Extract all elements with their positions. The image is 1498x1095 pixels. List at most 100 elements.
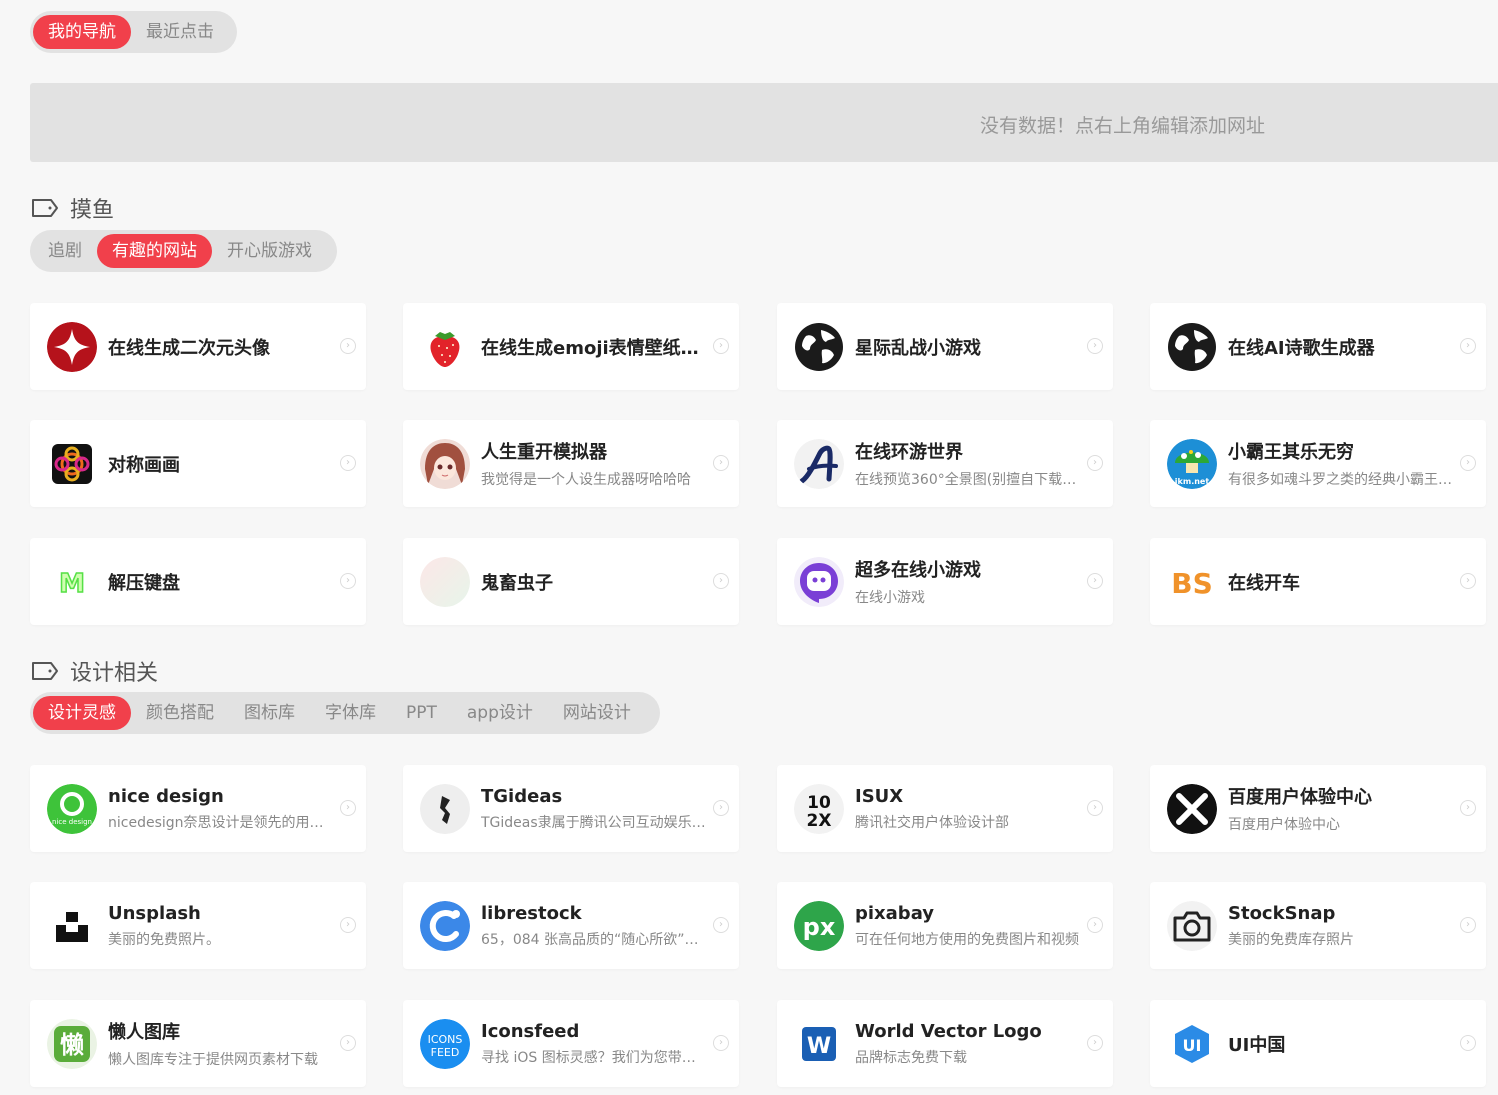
card-desc: 懒人图库专注于提供网页素材下载: [108, 1052, 318, 1068]
card-title: 小霸王其乐无穷: [1228, 442, 1354, 463]
site-card[interactable]: 在线环游世界 在线预览360°全景图(别擅自下载图片) ›: [777, 420, 1113, 507]
arrow-right-icon[interactable]: ›: [1460, 455, 1476, 471]
tab-design-inspiration[interactable]: 设计灵感: [33, 696, 131, 730]
card-desc: 腾讯社交用户体验设计部: [855, 814, 1009, 831]
card-title: 人生重开模拟器: [481, 442, 607, 463]
card-title: 在线生成二次元头像: [108, 337, 270, 359]
section-title-design: 设计相关: [30, 655, 158, 687]
tab-font-library[interactable]: 字体库: [310, 696, 391, 730]
arrow-right-icon[interactable]: ›: [1087, 338, 1103, 354]
tab-zhuiju[interactable]: 追剧: [33, 234, 97, 268]
card-title: pixabay: [855, 902, 935, 924]
tab-icon-library[interactable]: 图标库: [229, 696, 310, 730]
arrow-right-icon[interactable]: ›: [1460, 573, 1476, 589]
site-card[interactable]: 鬼畜虫子 ›: [403, 538, 739, 625]
ui-logo-text: UI: [1183, 1036, 1202, 1055]
site-card[interactable]: 懒 懒人图库 懒人图库专注于提供网页素材下载 ›: [30, 1000, 366, 1087]
arrow-right-icon[interactable]: ›: [340, 455, 356, 471]
arrow-right-icon[interactable]: ›: [340, 1035, 356, 1051]
arrow-right-icon[interactable]: ›: [713, 573, 729, 589]
site-card[interactable]: nice design nice design nicedesign奈思设计是领…: [30, 765, 366, 852]
site-card[interactable]: TGideas TGideas隶属于腾讯公司互动娱乐事业群 ›: [403, 765, 739, 852]
site-card[interactable]: 超多在线小游戏 在线小游戏 ›: [777, 538, 1113, 625]
tab-app-design[interactable]: app设计: [452, 696, 548, 730]
arrow-right-icon[interactable]: ›: [713, 1035, 729, 1051]
arrow-right-icon[interactable]: ›: [1460, 338, 1476, 354]
pixabay-logo-icon: px: [794, 901, 844, 951]
site-card[interactable]: 星际乱战小游戏 ›: [777, 303, 1113, 390]
site-card[interactable]: Unsplash 美丽的免费照片。 ›: [30, 882, 366, 969]
card-desc: TGideas隶属于腾讯公司互动娱乐事业群: [481, 814, 709, 831]
section-tabs-design: 设计灵感 颜色搭配 图标库 字体库 PPT app设计 网站设计: [30, 692, 660, 734]
iconsfeed-logo-text-top: ICONS: [428, 1033, 463, 1046]
site-card[interactable]: librestock 65，084 张高品质的“随心所欲”照片 ›: [403, 882, 739, 969]
card-desc: 在线预览360°全景图(别擅自下载图片): [855, 472, 1083, 488]
arrow-right-icon[interactable]: ›: [713, 917, 729, 933]
arrow-right-icon[interactable]: ›: [1460, 800, 1476, 816]
site-card[interactable]: 百度用户体验中心 百度用户体验中心 ›: [1150, 765, 1486, 852]
card-title: 百度用户体验中心: [1228, 787, 1372, 808]
site-card[interactable]: 在线AI诗歌生成器 ›: [1150, 303, 1486, 390]
card-title: 在线生成emoji表情壁纸以及头像: [481, 337, 709, 359]
arrow-right-icon[interactable]: ›: [340, 800, 356, 816]
site-card[interactable]: ICONSFEED Iconsfeed 寻找 iOS 图标灵感？我们为您带来最好…: [403, 1000, 739, 1087]
w-logo-text: W: [807, 1034, 831, 1059]
ikm-logo-text: ikm.net: [1175, 477, 1210, 486]
card-title: 鬼畜虫子: [481, 572, 553, 594]
tab-fun-sites[interactable]: 有趣的网站: [97, 234, 212, 268]
arrow-right-icon[interactable]: ›: [1087, 455, 1103, 471]
card-title: StockSnap: [1228, 902, 1336, 924]
globe-icon: [1167, 322, 1217, 372]
arrow-right-icon[interactable]: ›: [340, 573, 356, 589]
neon-m-logo-icon: M: [47, 557, 97, 607]
arrow-right-icon[interactable]: ›: [340, 338, 356, 354]
site-card[interactable]: 10 2X ISUX 腾讯社交用户体验设计部 ›: [777, 765, 1113, 852]
arrow-right-icon[interactable]: ›: [713, 455, 729, 471]
card-desc: 美丽的免费照片。: [108, 931, 220, 948]
card-desc: nicedesign奈思设计是领先的用户体验设计平台: [108, 814, 336, 831]
arrow-right-icon[interactable]: ›: [713, 800, 729, 816]
card-desc: 我觉得是一个人设生成器呀哈哈哈: [481, 472, 691, 488]
site-card[interactable]: 在线生成二次元头像 ›: [30, 303, 366, 390]
site-card[interactable]: 在线生成emoji表情壁纸以及头像 ›: [403, 303, 739, 390]
arrow-right-icon[interactable]: ›: [1087, 917, 1103, 933]
tab-my-nav[interactable]: 我的导航: [33, 15, 131, 49]
arrow-right-icon[interactable]: ›: [713, 338, 729, 354]
tab-ppt[interactable]: PPT: [391, 696, 452, 730]
arrow-right-icon[interactable]: ›: [1460, 1035, 1476, 1051]
card-title: nice design: [108, 785, 224, 807]
arrow-right-icon[interactable]: ›: [1087, 1035, 1103, 1051]
card-title: 懒人图库: [108, 1022, 180, 1043]
iconsfeed-logo-icon: ICONS FEED: [420, 1019, 470, 1069]
site-card[interactable]: px pixabay 可在任何地方使用的免费图片和视频 ›: [777, 882, 1113, 969]
site-card[interactable]: BS 在线开车 ›: [1150, 538, 1486, 625]
arrow-right-icon[interactable]: ›: [1087, 573, 1103, 589]
site-card[interactable]: StockSnap 美丽的免费库存照片 ›: [1150, 882, 1486, 969]
site-card[interactable]: ikm.net 小霸王其乐无穷 有很多如魂斗罗之类的经典小霸王游戏 ›: [1150, 420, 1486, 507]
card-desc: 有很多如魂斗罗之类的经典小霸王游戏: [1228, 472, 1456, 488]
isux-logo-text-bottom: 2X: [807, 811, 832, 831]
site-card[interactable]: W World Vector Logo 品牌标志免费下载 ›: [777, 1000, 1113, 1087]
card-title: World Vector Logo: [855, 1020, 1042, 1042]
nicedesign-logo-icon: nice design: [47, 784, 97, 834]
card-title: Unsplash: [108, 902, 201, 924]
tab-web-design[interactable]: 网站设计: [548, 696, 646, 730]
pixabay-logo-text: px: [803, 913, 836, 941]
card-title: Iconsfeed: [481, 1020, 580, 1042]
nicedesign-logo-text: nice design: [52, 818, 92, 826]
site-card[interactable]: 对称画画 ›: [30, 420, 366, 507]
tab-happy-games[interactable]: 开心版游戏: [212, 234, 327, 268]
arrow-right-icon[interactable]: ›: [1087, 800, 1103, 816]
site-card[interactable]: 人生重开模拟器 我觉得是一个人设生成器呀哈哈哈 ›: [403, 420, 739, 507]
section-tabs-moyu: 追剧 有趣的网站 开心版游戏: [30, 230, 337, 272]
section-title-moyu: 摸鱼: [30, 192, 114, 224]
librestock-logo-icon: [420, 901, 470, 951]
tab-color-matching[interactable]: 颜色搭配: [131, 696, 229, 730]
tab-recent[interactable]: 最近点击: [131, 15, 229, 49]
card-desc: 寻找 iOS 图标灵感？我们为您带来最好的: [481, 1049, 709, 1066]
tgideas-logo-icon: [420, 784, 470, 834]
arrow-right-icon[interactable]: ›: [340, 917, 356, 933]
site-card[interactable]: UI UI中国 ›: [1150, 1000, 1486, 1087]
site-card[interactable]: M 解压键盘 ›: [30, 538, 366, 625]
arrow-right-icon[interactable]: ›: [1460, 917, 1476, 933]
